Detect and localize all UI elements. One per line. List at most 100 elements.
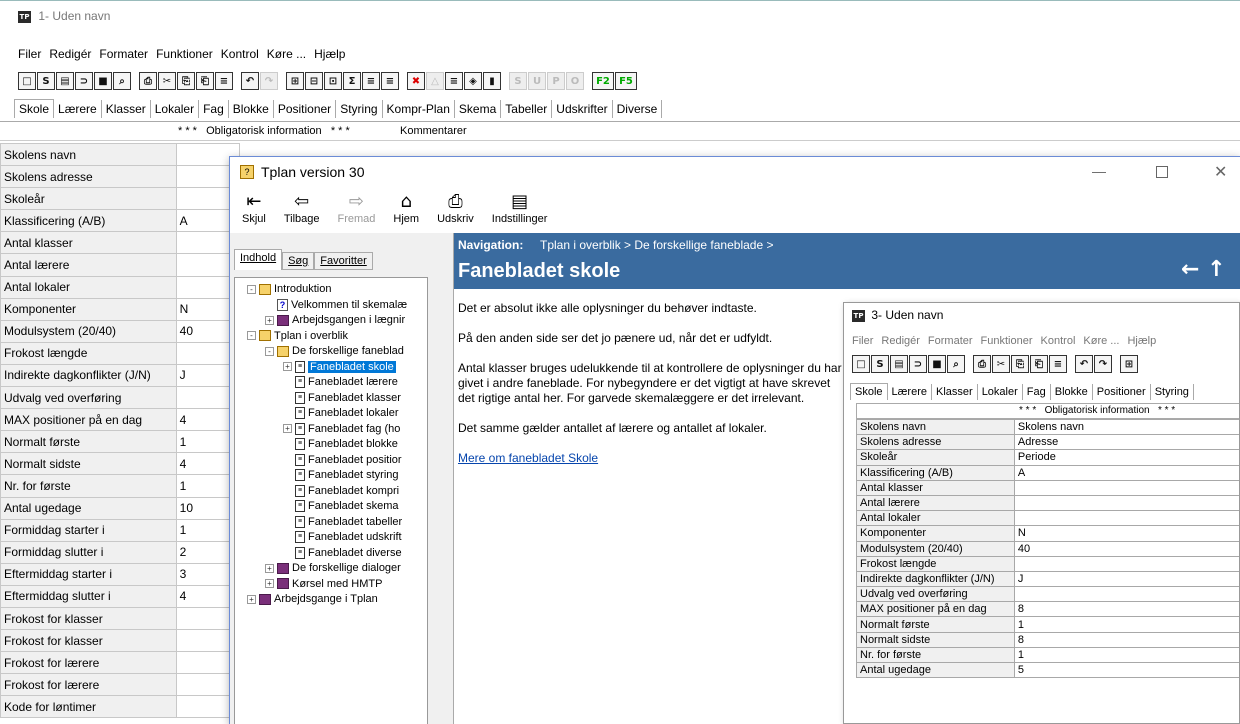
tree-item[interactable]: ≡ Fanebladet kompri — [247, 484, 427, 500]
open-icon[interactable]: ⊃ — [75, 72, 93, 90]
bar-icon[interactable]: ▮ — [483, 72, 501, 90]
collapse-icon[interactable]: - — [265, 346, 274, 356]
field-value[interactable]: A — [1013, 464, 1239, 481]
menu-item-køre[interactable]: Køre ... — [1083, 335, 1119, 347]
new-icon[interactable]: □ — [18, 72, 36, 90]
collapse-icon[interactable]: - — [247, 284, 256, 294]
tab-tabeller[interactable]: Tabeller — [501, 100, 553, 118]
tree-item[interactable]: ≡ Fanebladet klasser — [247, 391, 427, 407]
nav-arrows-icon[interactable]: ← ↑ → — [1181, 257, 1240, 307]
help-udskriv-button[interactable]: ⎙ Udskriv — [437, 191, 474, 231]
menu-item-kontrol[interactable]: Kontrol — [1041, 335, 1076, 347]
tree-item[interactable]: + De forskellige dialoger — [247, 561, 427, 577]
field-value[interactable]: Adresse — [1013, 434, 1239, 451]
tree-item[interactable]: + ≡ Fanebladet fag (ho — [247, 422, 427, 438]
nav-tab-søg[interactable]: Søg — [282, 252, 315, 270]
tab-lokaler[interactable]: Lokaler — [978, 384, 1023, 400]
field-value[interactable]: 40 — [1013, 540, 1239, 557]
list-a-icon[interactable]: ≡ — [362, 72, 380, 90]
undo-icon[interactable]: ↶ — [1075, 355, 1093, 373]
tab-skema[interactable]: Skema — [455, 100, 502, 118]
help-hjem-button[interactable]: ⌂ Hjem — [393, 191, 419, 231]
redo-icon[interactable]: ↷ — [1094, 355, 1112, 373]
tree-item[interactable]: + Arbejdsgangen i lægnir — [247, 313, 427, 329]
tab-blokke[interactable]: Blokke — [1051, 384, 1093, 400]
tab-fag[interactable]: Fag — [1023, 384, 1051, 400]
grid-c-icon[interactable]: ⊡ — [324, 72, 342, 90]
save-s-icon[interactable]: S — [871, 355, 889, 373]
field-value[interactable]: N — [1013, 525, 1239, 542]
more-about-link[interactable]: Mere om fanebladet Skole — [458, 451, 843, 466]
menu-item-kontrol[interactable]: Kontrol — [221, 47, 259, 61]
print-icon[interactable]: ⎙ — [973, 355, 991, 373]
field-value[interactable]: Skolens navn — [1013, 418, 1239, 436]
expand-icon[interactable]: + — [265, 563, 274, 573]
find-icon[interactable]: ◈ — [464, 72, 482, 90]
tree-item[interactable]: + Kørsel med HMTP — [247, 577, 427, 593]
tab-styring[interactable]: Styring — [336, 100, 383, 118]
menu-item-redig-r[interactable]: Redigér — [881, 335, 920, 347]
breadcrumb[interactable]: Tplan i overblik > De forskellige fanebl… — [540, 238, 773, 252]
toolbar-f5-button[interactable]: F5 — [615, 72, 637, 90]
close-button[interactable]: ✕ — [1214, 162, 1227, 182]
tree-item[interactable]: ≡ Fanebladet styring — [247, 468, 427, 484]
menu-item-hjælp[interactable]: Hjælp — [1127, 335, 1156, 347]
field-value[interactable]: J — [1013, 570, 1239, 588]
field-value[interactable]: 1 — [1013, 616, 1239, 633]
field-value[interactable]: 5 — [1013, 661, 1239, 679]
tab-udskrifter[interactable]: Udskrifter — [552, 100, 613, 118]
sum-icon[interactable]: Σ — [343, 72, 361, 90]
tab-lærere[interactable]: Lærere — [54, 100, 102, 118]
tree-item[interactable]: ≡ Fanebladet skema — [247, 499, 427, 515]
help-skjul-button[interactable]: ⇤ Skjul — [242, 191, 266, 231]
tree-item[interactable]: ≡ Fanebladet diverse — [247, 546, 427, 562]
redo-icon[interactable]: ↷ — [260, 72, 278, 90]
tree-item[interactable]: ≡ Fanebladet positior — [247, 453, 427, 469]
maximize-button[interactable] — [1156, 166, 1168, 178]
field-value[interactable]: 8 — [1013, 601, 1239, 618]
expand-icon[interactable]: + — [265, 579, 274, 589]
tab-lærere[interactable]: Lærere — [888, 384, 932, 400]
field-value[interactable]: Periode — [1013, 449, 1239, 466]
tab-positioner[interactable]: Positioner — [1093, 384, 1151, 400]
print-icon[interactable]: ⎙ — [139, 72, 157, 90]
copy-icon[interactable]: ⎘ — [1011, 355, 1029, 373]
tab-klasser[interactable]: Klasser — [102, 100, 151, 118]
toolbar-u-button[interactable]: U — [528, 72, 546, 90]
tree-item[interactable]: + Arbejdsgange i Tplan — [247, 592, 427, 608]
field-value[interactable]: 8 — [1013, 631, 1239, 648]
save-s-icon[interactable]: S — [37, 72, 55, 90]
copy-icon[interactable]: ⎘ — [177, 72, 195, 90]
tree-item[interactable]: ≡ Fanebladet udskrift — [247, 530, 427, 546]
tab-skole[interactable]: Skole — [850, 383, 888, 400]
align-icon[interactable]: ≡ — [1049, 355, 1067, 373]
open-icon[interactable]: ⊃ — [909, 355, 927, 373]
tab-klasser[interactable]: Klasser — [932, 384, 978, 400]
field-value[interactable] — [1013, 479, 1239, 496]
nav-tab-favoritter[interactable]: Favoritter — [314, 252, 373, 270]
tree-item[interactable]: - Tplan i overblik — [247, 329, 427, 345]
save-icon[interactable]: ■ — [928, 355, 946, 373]
menu-item-funktioner[interactable]: Funktioner — [156, 47, 213, 61]
menu-item-hjælp[interactable]: Hjælp — [314, 47, 345, 61]
tree-item[interactable]: ≡ Fanebladet blokke — [247, 437, 427, 453]
menu-item-filer[interactable]: Filer — [18, 47, 41, 61]
grid-b-icon[interactable]: ⊟ — [305, 72, 323, 90]
expand-icon[interactable]: + — [283, 424, 292, 434]
expand-icon[interactable]: + — [283, 362, 292, 372]
field-value[interactable] — [1013, 510, 1239, 527]
tree-item[interactable]: - De forskellige faneblad — [247, 344, 427, 360]
menu-item-formater[interactable]: Formater — [928, 335, 973, 347]
tree-item[interactable]: + ≡ Fanebladet skole — [247, 360, 427, 376]
list-c-icon[interactable]: ≡ — [445, 72, 463, 90]
toolbar-s-button[interactable]: S — [509, 72, 527, 90]
delete-icon[interactable]: ✖ — [407, 72, 425, 90]
toolbar-o-button[interactable]: O — [566, 72, 584, 90]
tab-kompr-plan[interactable]: Kompr-Plan — [383, 100, 455, 118]
help-indstillinger-button[interactable]: ▤ Indstillinger — [492, 191, 548, 231]
tab-styring[interactable]: Styring — [1151, 384, 1194, 400]
tab-fag[interactable]: Fag — [199, 100, 229, 118]
field-value[interactable] — [1013, 494, 1239, 512]
tab-lokaler[interactable]: Lokaler — [151, 100, 200, 118]
help-fremad-button[interactable]: ⇨ Fremad — [338, 191, 376, 231]
